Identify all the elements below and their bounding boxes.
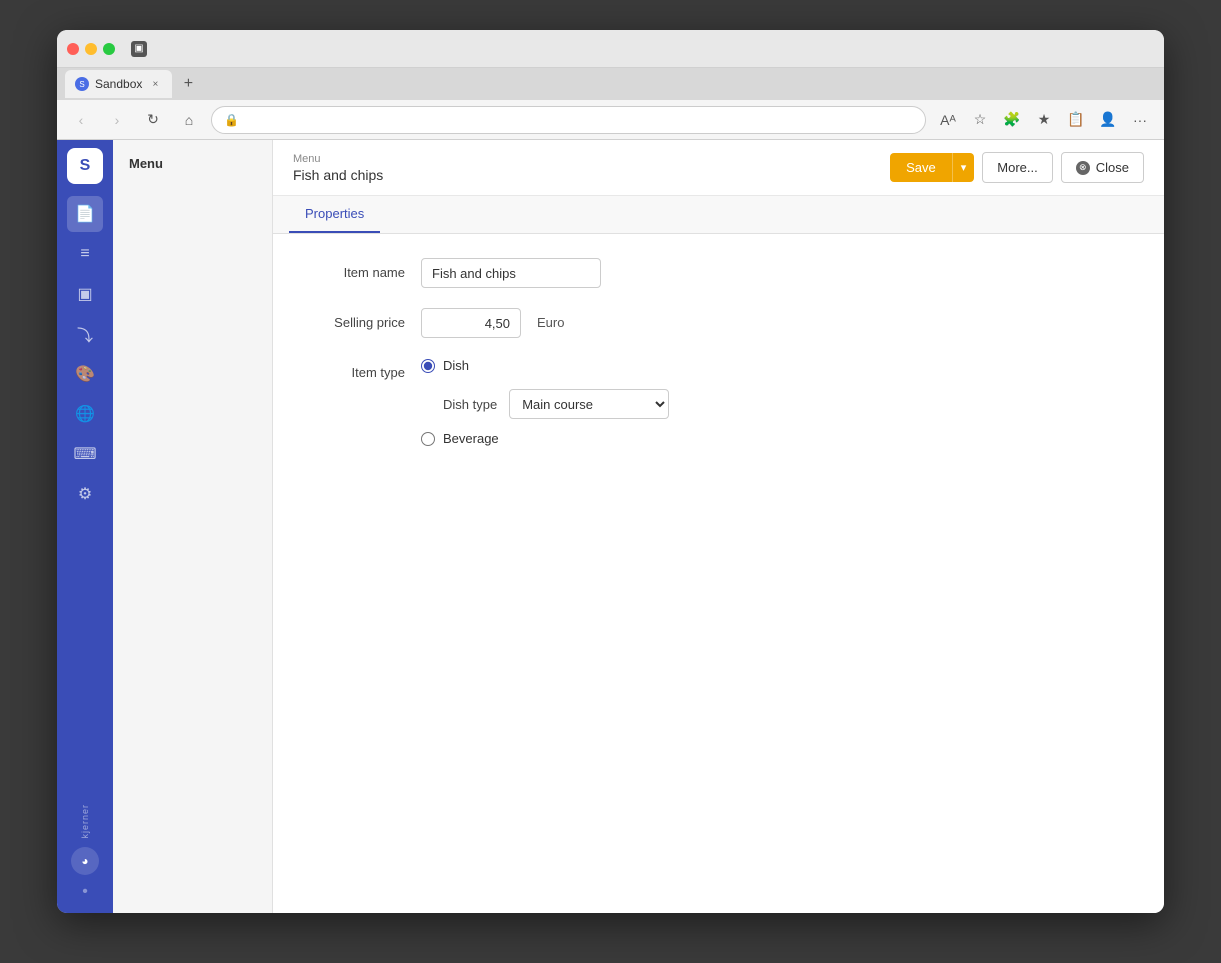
app-layout: S 📄 ≡ ▣ ⤵ 🎨 🌐 ⌨ ⚙ kjerner ◕ • Menu Menu … [57,140,1164,913]
close-circle-icon: ⊗ [1076,161,1090,175]
close-traffic-light[interactable] [67,43,79,55]
app-header: Menu Fish and chips Save ▾ More... ⊗ Clo… [273,140,1164,196]
save-button[interactable]: Save [890,153,952,182]
content-tabs: Properties [273,196,1164,234]
dish-radio-label[interactable]: Dish [443,358,469,373]
tab-title: Sandbox [95,77,142,91]
form-area: Item name Selling price Euro Item type [273,234,1164,913]
nav-icon-keyboard[interactable]: ⌨ [67,436,103,472]
dish-radio[interactable] [421,359,435,373]
tab-properties[interactable]: Properties [289,196,380,233]
browser-tab-sandbox[interactable]: S Sandbox × [65,70,172,98]
breadcrumb: Menu Fish and chips [293,153,383,183]
tab-favicon-icon: S [75,77,89,91]
breadcrumb-parent: Menu [293,153,383,165]
nav-icon-folder[interactable]: ▣ [67,276,103,312]
brand-logo: ◕ [71,847,99,875]
lock-icon: 🔒 [224,113,239,127]
beverage-radio-row: Beverage [421,431,669,446]
collections-button[interactable]: ☆ [966,106,994,134]
browser-toolbar-actions: Aᴬ ☆ 🧩 ★ 📋 👤 ··· [934,106,1154,134]
extensions-button[interactable]: 🧩 [998,106,1026,134]
nav-icon-globe[interactable]: 🌐 [67,396,103,432]
forward-button[interactable]: › [103,106,131,134]
tab-bar: S Sandbox × + [57,68,1164,100]
nav-icon-doc[interactable]: 📄 [67,196,103,232]
item-type-row: Item type Dish Dish type Starter [305,358,1132,446]
minimize-traffic-light[interactable] [85,43,97,55]
title-bar: ▣ [57,30,1164,68]
reload-button[interactable]: ↻ [139,106,167,134]
dish-type-row: Dish type Starter Main course Dessert [443,389,669,419]
beverage-radio[interactable] [421,432,435,446]
secondary-sidebar: Menu [113,140,273,913]
reading-list-button[interactable]: 📋 [1062,106,1090,134]
item-name-label: Item name [305,258,405,280]
item-name-row: Item name [305,258,1132,288]
browser-toolbar: ‹ › ↻ ⌂ 🔒 Aᴬ ☆ 🧩 ★ 📋 👤 ··· [57,100,1164,140]
brand-text: kjerner [80,804,90,839]
more-button[interactable]: ··· [1126,106,1154,134]
nav-icon-login[interactable]: ⤵ [67,316,103,352]
dish-type-label: Dish type [443,397,497,412]
nav-icon-paint[interactable]: 🎨 [67,356,103,392]
home-button[interactable]: ⌂ [175,106,203,134]
dish-type-select[interactable]: Starter Main course Dessert [509,389,669,419]
beverage-radio-label[interactable]: Beverage [443,431,499,446]
nav-icon-settings[interactable]: ⚙ [67,476,103,512]
main-content: Menu Fish and chips Save ▾ More... ⊗ Clo… [273,140,1164,913]
profile-button[interactable]: 👤 [1094,106,1122,134]
new-tab-button[interactable]: + [176,72,200,96]
app-sidebar: S 📄 ≡ ▣ ⤵ 🎨 🌐 ⌨ ⚙ kjerner ◕ • [57,140,113,913]
close-label: Close [1096,160,1129,175]
traffic-lights [67,43,115,55]
selling-price-row: Selling price Euro [305,308,1132,338]
favorites-button[interactable]: ★ [1030,106,1058,134]
reader-view-button[interactable]: Aᴬ [934,106,962,134]
breadcrumb-current: Fish and chips [293,167,383,183]
brand-dot: • [82,883,88,901]
save-button-group: Save ▾ [890,153,974,182]
header-actions: Save ▾ More... ⊗ Close [890,152,1144,183]
secondary-sidebar-title: Menu [121,152,264,175]
selling-price-label: Selling price [305,308,405,330]
maximize-traffic-light[interactable] [103,43,115,55]
nav-icon-list[interactable]: ≡ [67,236,103,272]
item-type-label: Item type [305,358,405,380]
back-button[interactable]: ‹ [67,106,95,134]
tab-close-button[interactable]: × [148,77,162,91]
dish-radio-row: Dish [421,358,669,373]
currency-label: Euro [537,308,564,330]
more-button[interactable]: More... [982,152,1052,183]
item-type-radio-group: Dish Dish type Starter Main course Desse… [421,358,669,446]
app-logo[interactable]: S [67,148,103,184]
close-button[interactable]: ⊗ Close [1061,152,1144,183]
window-icon: ▣ [131,41,147,57]
selling-price-input[interactable] [421,308,521,338]
address-bar[interactable]: 🔒 [211,106,926,134]
save-caret-button[interactable]: ▾ [952,153,975,182]
item-name-input[interactable] [421,258,601,288]
